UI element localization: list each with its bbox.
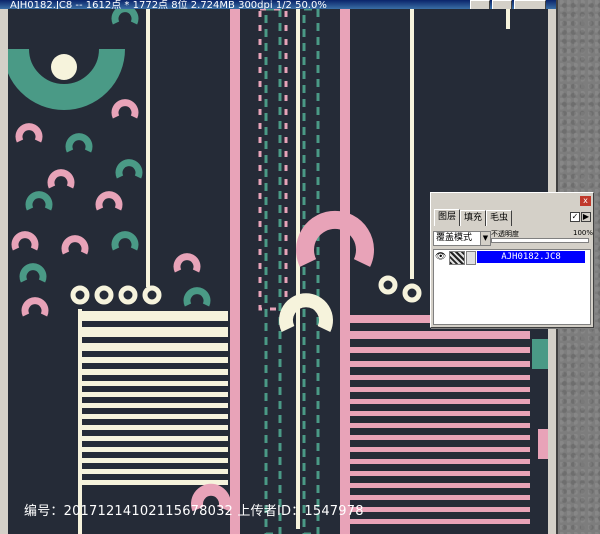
watermark-text: 编号：20171214102115678032 上传者ID：1547978 [24, 504, 364, 519]
layers-panel: x 图层 填充 毛虫 ✓ ▶ 覆盖模式 ▼ 不透明度 100% 👁 AJH018… [430, 192, 594, 328]
minimize-button[interactable] [470, 0, 490, 9]
panel-close-button[interactable]: x [580, 196, 591, 206]
layer-row[interactable]: 👁 AJH0182.JC8 [434, 250, 590, 265]
maximize-button[interactable] [492, 0, 512, 9]
window-titlebar[interactable]: AJH0182.JC8 -- 1612点 * 1772点 8位 2.724MB … [0, 0, 556, 9]
chevron-down-icon: ▼ [480, 232, 490, 245]
opacity-value: 100% [573, 229, 594, 237]
layer-list: 👁 AJH0182.JC8 [433, 249, 591, 325]
layer-mask-thumbnail [466, 251, 476, 265]
blend-mode-value: 覆盖模式 [436, 233, 473, 243]
opacity-slider[interactable] [491, 238, 589, 243]
tab-layers[interactable]: 图层 [434, 209, 461, 226]
checkbox-icon[interactable]: ✓ [570, 212, 580, 222]
blend-mode-select[interactable]: 覆盖模式 ▼ [433, 231, 491, 246]
blend-row: 覆盖模式 ▼ 不透明度 100% [433, 229, 593, 247]
panel-menu-arrow-icon[interactable]: ▶ [581, 212, 591, 222]
eye-icon[interactable]: 👁 [435, 252, 446, 263]
window-title: AJH0182.JC8 -- 1612点 * 1772点 8位 2.724MB … [10, 0, 327, 9]
watermark-bar: 编号：20171214102115678032 上传者ID：1547978 [0, 492, 600, 526]
layer-name[interactable]: AJH0182.JC8 [477, 251, 585, 263]
close-button[interactable] [514, 0, 546, 9]
tab-fill[interactable]: 填充 [460, 210, 487, 226]
layer-thumbnail [449, 251, 465, 265]
tab-brush[interactable]: 毛虫 [486, 210, 513, 226]
